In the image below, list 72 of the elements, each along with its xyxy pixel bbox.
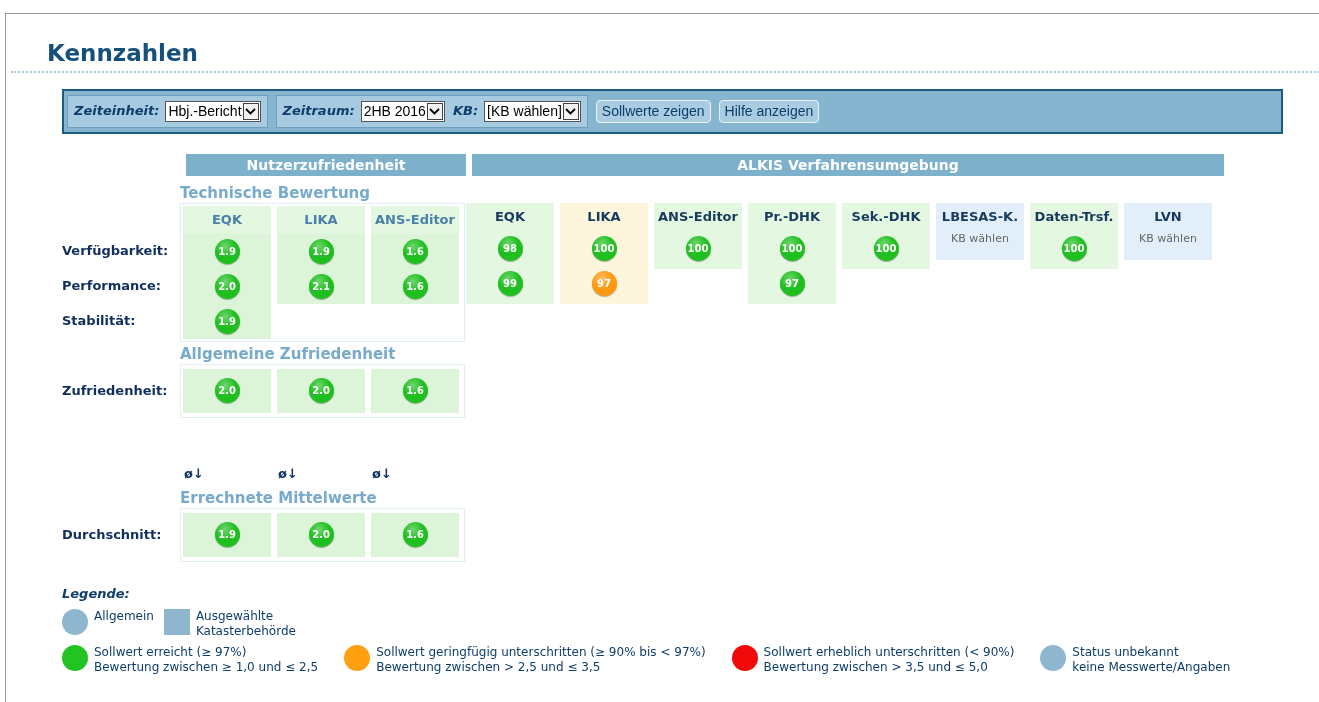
caret-icon [242, 102, 259, 120]
column-header: ANS-Editor [657, 207, 739, 226]
status-light: 1.9 [214, 308, 240, 334]
section-header: Nutzerzufriedenheit [186, 153, 466, 176]
status-light: 100 [779, 235, 805, 261]
average-mark: ø↓ [372, 464, 393, 483]
status-light: 1.6 [402, 378, 428, 403]
status-light: 1.9 [308, 238, 334, 264]
status-light: 1.9 [214, 522, 240, 547]
status-light: 98 [497, 235, 523, 261]
status-light: 97 [779, 270, 805, 296]
legend-text: Ausgewählte [195, 609, 275, 624]
column-header: Daten-Trsf. [1033, 207, 1115, 226]
field-label: Zeitraum: [282, 102, 355, 121]
row-label: Durchschnitt: [62, 525, 162, 544]
legend-text: Bewertung zwischen > 3,5 und ≤ 5,0 [763, 660, 989, 675]
column-header: LVN [1153, 207, 1183, 226]
column-header: ANS-Editor [371, 205, 459, 234]
status-light: 1.6 [402, 273, 428, 299]
legend-text: Bewertung zwischen > 2,5 und ≤ 3,5 [376, 660, 602, 675]
legend-title: Legende: [62, 584, 131, 603]
field-label: KB: [452, 102, 479, 121]
page-title: Kennzahlen [47, 39, 198, 68]
legend-text: Sollwert geringfügig unterschritten (≥ 90% bis < 97%) [376, 645, 706, 660]
column-header: Sek.-DHK [850, 207, 922, 226]
column-header: EQK [494, 207, 526, 226]
toolbar-button[interactable]: Sollwerte zeigen [595, 99, 711, 123]
status-light: 1.6 [402, 522, 428, 547]
legend-text: keine Messwerte/Angaben [1072, 660, 1231, 675]
status-light: 2.1 [308, 273, 334, 299]
row-label: Performance: [62, 277, 162, 296]
column-header: LIKA [277, 205, 365, 234]
caret-icon [426, 102, 443, 120]
status-note: KB wählen [951, 230, 1009, 247]
status-light: 100 [873, 235, 899, 261]
status-light: 2.0 [214, 378, 240, 403]
select-field[interactable]: 2HB 2016 [360, 100, 445, 122]
subsection-title: Errechnete Mittelwerte [180, 487, 377, 508]
status-light: 2.0 [308, 522, 334, 547]
row-label: Zufriedenheit: [62, 381, 168, 400]
legend-text: Katasterbehörde [195, 624, 296, 639]
column-header: Pr.-DHK [762, 207, 822, 226]
column-header: LBESAS-K. [940, 207, 1020, 226]
field-label: Zeiteinheit: [74, 102, 160, 121]
toolbar-button[interactable]: Hilfe anzeigen [718, 99, 820, 123]
legend-text: Sollwert erreicht (≥ 97%) [94, 645, 248, 660]
row-label: Stabilität: [62, 312, 136, 331]
status-note: KB wählen [1139, 230, 1197, 247]
legend-text: Status unbekannt [1072, 645, 1180, 660]
section-header: ALKIS Verfahrensumgebung [472, 153, 1224, 176]
status-light: 100 [1061, 235, 1087, 261]
select-field[interactable]: [KB wählen] [484, 100, 581, 122]
column-header: LIKA [586, 207, 622, 226]
subsection-title: Allgemeine Zufriedenheit [180, 343, 396, 364]
status-light: 100 [591, 235, 617, 261]
status-light: 2.0 [214, 273, 240, 299]
column-header: EQK [183, 205, 271, 234]
status-light: 100 [685, 235, 711, 261]
status-light: 1.6 [402, 238, 428, 264]
status-light: 97 [591, 270, 617, 296]
average-mark: ø↓ [184, 464, 205, 483]
status-light: 1.9 [214, 238, 240, 264]
legend-text: Bewertung zwischen ≥ 1,0 und ≤ 2,5 [94, 660, 319, 675]
caret-icon [562, 102, 579, 120]
status-light: 2.0 [308, 378, 334, 403]
status-light: 99 [497, 270, 523, 296]
subsection-title: Technische Bewertung [180, 182, 370, 203]
row-label: Verfügbarkeit: [62, 242, 169, 261]
average-mark: ø↓ [278, 464, 299, 483]
select-field[interactable]: Hbj.-Bericht [165, 100, 261, 122]
legend-text: Allgemein [94, 609, 154, 624]
legend-text: Sollwert erheblich unterschritten (< 90%) [763, 645, 1015, 660]
